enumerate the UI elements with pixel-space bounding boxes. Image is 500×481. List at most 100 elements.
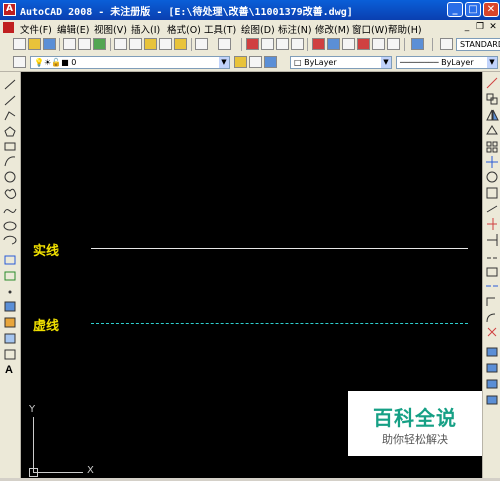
redo-icon[interactable] bbox=[218, 38, 231, 50]
layer-select[interactable]: 💡☀🔓■ 0 ▼ bbox=[30, 56, 230, 69]
linetype-value: ByLayer bbox=[441, 58, 474, 67]
copy-icon bbox=[486, 93, 494, 101]
draw-toolbar: A bbox=[0, 72, 21, 478]
draw-toolbar-icons: A bbox=[3, 79, 17, 376]
line-icon bbox=[4, 79, 16, 90]
document-icon[interactable] bbox=[3, 22, 14, 33]
standard-toolbar: STANDARD bbox=[0, 35, 500, 55]
menu-format[interactable]: 格式(O) bbox=[167, 22, 201, 36]
solid-line-label: 实线 bbox=[33, 244, 60, 259]
watermark-subtitle: 助你轻松解决 bbox=[382, 433, 448, 446]
menu-file[interactable]: 文件(F) bbox=[20, 22, 52, 36]
separator bbox=[241, 38, 242, 51]
menu-draw[interactable]: 绘图(D) bbox=[241, 22, 275, 36]
help-icon[interactable] bbox=[411, 38, 424, 50]
menu-edit[interactable]: 编辑(E) bbox=[57, 22, 89, 36]
sheet-set-icon[interactable] bbox=[357, 38, 370, 50]
text-style-icon[interactable] bbox=[440, 38, 453, 50]
ucs-x-label: X bbox=[87, 465, 94, 476]
doc-minimize-button[interactable]: _ bbox=[462, 22, 472, 32]
make-current-layer-icon[interactable] bbox=[234, 56, 247, 68]
menu-window[interactable]: 窗口(W) bbox=[352, 22, 388, 36]
chevron-down-icon[interactable]: ▼ bbox=[219, 57, 229, 68]
match-properties-icon[interactable] bbox=[159, 38, 172, 50]
solid-line[interactable] bbox=[91, 248, 468, 249]
ucs-origin-icon bbox=[29, 468, 38, 477]
menu-modify[interactable]: 修改(M) bbox=[315, 22, 350, 36]
trim-icon bbox=[487, 218, 497, 230]
draw-order-back-icon bbox=[486, 363, 498, 373]
layer-previous-icon[interactable] bbox=[249, 56, 262, 68]
region-icon bbox=[4, 333, 16, 344]
save-icon[interactable] bbox=[43, 38, 56, 50]
menu-insert[interactable]: 插入(I) bbox=[131, 22, 160, 36]
cut-icon[interactable] bbox=[114, 38, 127, 50]
draw-order-above-icon bbox=[486, 379, 498, 389]
menu-view[interactable]: 视图(V) bbox=[94, 22, 127, 36]
text-style-select[interactable]: STANDARD bbox=[456, 38, 500, 51]
ucs-y-axis bbox=[33, 417, 34, 472]
separator bbox=[191, 38, 192, 51]
move-icon bbox=[486, 156, 498, 168]
explode-icon bbox=[487, 327, 497, 337]
arc-icon bbox=[4, 156, 16, 167]
properties-icon[interactable] bbox=[312, 38, 325, 50]
block-editor-icon[interactable] bbox=[174, 38, 187, 50]
minimize-button[interactable]: _ bbox=[447, 2, 463, 17]
gradient-icon bbox=[4, 317, 16, 328]
rectangle-icon bbox=[4, 142, 16, 151]
zoom-previous-icon[interactable] bbox=[291, 38, 304, 50]
close-button[interactable]: ✕ bbox=[483, 2, 499, 17]
separator bbox=[110, 38, 111, 51]
zoom-realtime-icon[interactable] bbox=[261, 38, 274, 50]
menu-dimension[interactable]: 标注(N) bbox=[278, 22, 312, 36]
zoom-window-icon[interactable] bbox=[276, 38, 289, 50]
print-icon[interactable] bbox=[63, 38, 76, 50]
paste-icon[interactable] bbox=[144, 38, 157, 50]
pan-icon[interactable] bbox=[246, 38, 259, 50]
watermark: 百科全说 助你轻松解决 bbox=[348, 391, 482, 456]
linetype-preview-icon: ──────── bbox=[400, 58, 442, 67]
print-preview-icon[interactable] bbox=[78, 38, 91, 50]
layer-manager-icon[interactable] bbox=[13, 56, 26, 68]
fillet-icon bbox=[486, 313, 496, 323]
undo-icon[interactable] bbox=[195, 38, 208, 50]
linetype-select[interactable]: ──────── ByLayer ▼ bbox=[396, 56, 498, 69]
modify-toolbar bbox=[482, 72, 500, 478]
chevron-down-icon[interactable]: ▼ bbox=[381, 57, 391, 68]
copy-clip-icon[interactable] bbox=[129, 38, 142, 50]
make-block-icon bbox=[4, 271, 16, 281]
markup-icon[interactable] bbox=[372, 38, 385, 50]
erase-icon bbox=[486, 77, 498, 89]
point-icon bbox=[8, 290, 12, 294]
extend-icon bbox=[487, 234, 498, 246]
polygon-icon bbox=[4, 126, 16, 137]
menu-bar: 文件(F) 编辑(E) 视图(V) 插入(I) 格式(O) 工具(T) 绘图(D… bbox=[0, 20, 500, 36]
quickcalc-icon[interactable] bbox=[387, 38, 400, 50]
maximize-button[interactable]: □ bbox=[465, 2, 481, 17]
color-swatch-icon: □ bbox=[294, 58, 305, 67]
autocad-logo-icon[interactable]: A bbox=[3, 3, 16, 16]
color-value: ByLayer bbox=[304, 58, 337, 67]
new-icon[interactable] bbox=[13, 38, 26, 50]
separator bbox=[307, 38, 308, 51]
insert-block-icon bbox=[4, 255, 16, 265]
tool-palettes-icon[interactable] bbox=[342, 38, 355, 50]
chevron-down-icon[interactable]: ▼ bbox=[487, 57, 497, 68]
color-select[interactable]: □ ByLayer ▼ bbox=[290, 56, 392, 69]
menu-help[interactable]: 帮助(H) bbox=[388, 22, 422, 36]
doc-restore-button[interactable]: ❐ bbox=[475, 22, 485, 32]
doc-close-button[interactable]: ✕ bbox=[488, 22, 498, 32]
spline-icon bbox=[3, 208, 17, 214]
layers-toolbar: 💡☀🔓■ 0 ▼ □ ByLayer ▼ ──────── ByLayer ▼ bbox=[0, 54, 500, 72]
open-icon[interactable] bbox=[28, 38, 41, 50]
modify-toolbar-icons bbox=[486, 77, 499, 405]
dashed-line[interactable] bbox=[91, 323, 468, 324]
design-center-icon[interactable] bbox=[327, 38, 340, 50]
layer-state-icon[interactable] bbox=[264, 56, 277, 68]
publish-icon[interactable] bbox=[93, 38, 106, 50]
mirror-icon bbox=[486, 109, 493, 121]
polyline-icon bbox=[4, 111, 16, 121]
revision-cloud-icon bbox=[4, 188, 17, 199]
menu-tools[interactable]: 工具(T) bbox=[204, 22, 236, 36]
